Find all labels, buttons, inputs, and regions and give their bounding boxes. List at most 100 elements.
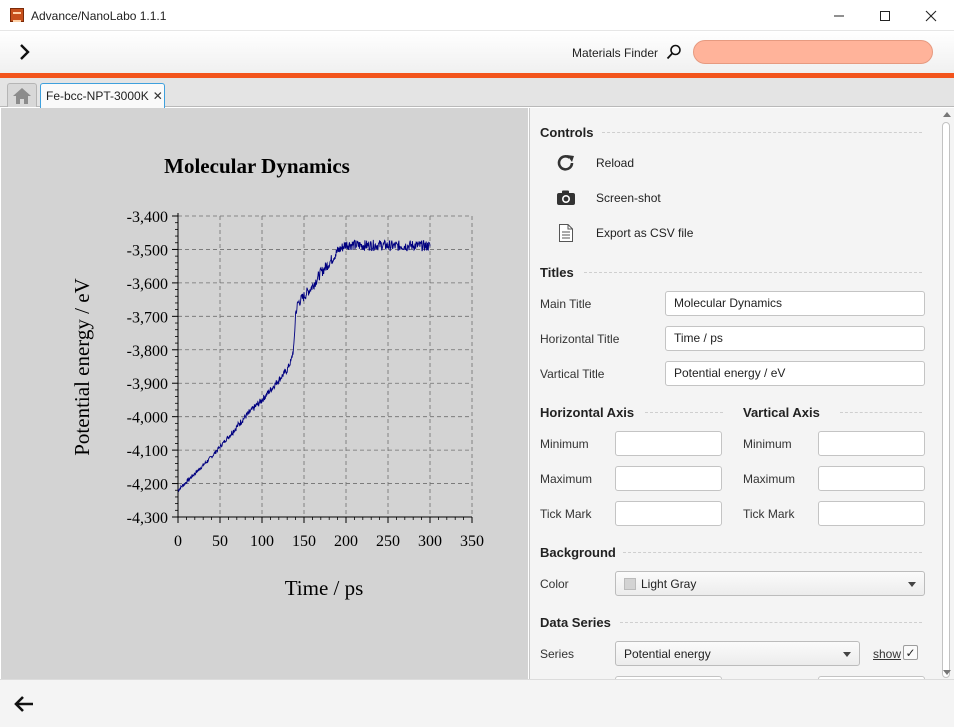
titles-heading: Titles (540, 265, 574, 280)
reload-label: Reload (596, 156, 635, 170)
checkmark-icon: ✓ (905, 645, 916, 660)
y-tick-label: -4,300 (127, 510, 168, 527)
bottom-bar (0, 679, 954, 727)
series-label: Series (540, 647, 575, 661)
y-tick-label: -4,200 (127, 477, 168, 494)
y-tick-label: -3,500 (127, 242, 168, 259)
tab-home[interactable] (7, 83, 37, 107)
reload-icon (555, 152, 577, 174)
main-title-input[interactable]: Molecular Dynamics (665, 291, 925, 316)
section-divider (602, 132, 922, 133)
camera-icon (555, 187, 577, 209)
x-tick-label: 100 (250, 533, 274, 550)
tab-fe-bcc-npt-3000k[interactable]: Fe-bcc-NPT-3000K ✕ (40, 83, 165, 108)
background-color-value: Light Gray (641, 576, 697, 591)
screenshot-label: Screen-shot (596, 191, 661, 205)
chevron-down-icon (908, 582, 916, 587)
chart-ticks: 0 50 100 150 200 250 300 350 -3,400 -3,500 -3,600 -… (127, 209, 484, 550)
y-tick-label: -3,900 (127, 376, 168, 393)
scroll-up-icon[interactable] (943, 112, 951, 117)
chevron-right-icon (20, 44, 30, 60)
properties-panel: Controls Reload Screen-shot Export as CS… (529, 108, 954, 679)
export-csv-button[interactable]: Export as CSV file (555, 220, 693, 246)
tab-bar: Fe-bcc-NPT-3000K ✕ (0, 78, 954, 108)
close-window-button[interactable] (908, 0, 954, 31)
chart-grid (177, 215, 473, 518)
maximize-icon (880, 10, 890, 21)
x-tick-label: 200 (334, 533, 358, 550)
arrow-left-icon (14, 696, 33, 712)
tab-close-icon[interactable]: ✕ (153, 89, 163, 103)
y-tick-label: -3,400 (127, 209, 168, 226)
y-axis-title: Potential energy / eV (70, 278, 94, 456)
x-axis-title: Time / ps (285, 576, 364, 600)
x-tick-label: 0 (174, 533, 182, 550)
expand-sidebar-button[interactable] (12, 40, 36, 64)
scroll-thumb[interactable] (942, 122, 950, 678)
h-tick-label: Tick Mark (540, 507, 592, 521)
tab-label: Fe-bcc-NPT-3000K (46, 89, 149, 103)
v-tick-input[interactable] (818, 501, 925, 526)
h-minimum-input[interactable] (615, 431, 722, 456)
materials-search-input[interactable] (693, 40, 933, 64)
h-maximum-input[interactable] (615, 466, 722, 491)
vertical-axis-heading: Vartical Axis (743, 405, 820, 420)
section-divider (620, 622, 922, 623)
v-minimum-label: Minimum (743, 437, 792, 451)
chevron-down-icon (843, 652, 851, 657)
horizontal-title-input[interactable]: Time / ps (665, 326, 925, 351)
x-tick-label: 350 (460, 533, 484, 550)
h-maximum-label: Maximum (540, 472, 593, 486)
x-tick-label: 50 (212, 533, 228, 550)
y-tick-label: -3,800 (127, 343, 168, 360)
v-tick-label: Tick Mark (743, 507, 795, 521)
v-maximum-label: Maximum (743, 472, 796, 486)
export-csv-label: Export as CSV file (596, 226, 694, 240)
series-select-value: Potential energy (624, 646, 711, 661)
vertical-title-label: Vartical Title (540, 367, 605, 381)
controls-heading: Controls (540, 125, 594, 140)
data-series-heading: Data Series (540, 615, 611, 630)
md-chart: Molecular Dynamics Time / ps Potential e… (70, 154, 484, 600)
color-label: Color (540, 577, 569, 591)
back-button[interactable] (12, 692, 36, 716)
panel-scrollbar[interactable] (939, 108, 954, 679)
h-tick-input[interactable] (615, 501, 722, 526)
show-series-label[interactable]: show (873, 647, 901, 661)
section-divider (623, 552, 922, 553)
minimize-icon (834, 15, 844, 16)
section-divider (584, 272, 922, 273)
series-select[interactable]: Potential energy (615, 641, 860, 666)
main-title-label: Main Title (540, 297, 592, 311)
color-swatch (624, 577, 636, 590)
scroll-down-icon[interactable] (943, 670, 951, 675)
section-divider (645, 412, 723, 413)
horizontal-axis-heading: Horizontal Axis (540, 405, 635, 420)
y-tick-label: -4,000 (127, 410, 168, 427)
x-tick-label: 150 (292, 533, 316, 550)
minimize-button[interactable] (816, 0, 862, 31)
vertical-title-input[interactable]: Potential energy / eV (665, 361, 925, 386)
app-logo-icon (10, 8, 24, 22)
h-minimum-label: Minimum (540, 437, 589, 451)
close-icon (925, 10, 937, 21)
y-tick-label: -3,600 (127, 276, 168, 293)
x-tick-label: 300 (418, 533, 442, 550)
reload-button[interactable]: Reload (555, 150, 634, 176)
screenshot-button[interactable]: Screen-shot (555, 185, 661, 211)
chart-pane: Molecular Dynamics Time / ps Potential e… (1, 108, 528, 679)
home-icon (13, 87, 31, 104)
materials-finder-label: Materials Finder (572, 46, 659, 60)
background-color-select[interactable]: Light Gray (615, 571, 925, 596)
window-title: Advance/NanoLabo 1.1.1 (31, 9, 167, 23)
title-bar: Advance/NanoLabo 1.1.1 (0, 0, 954, 31)
x-tick-label: 250 (376, 533, 400, 550)
horizontal-title-label: Horizontal Title (540, 332, 620, 346)
maximize-button[interactable] (862, 0, 908, 31)
v-minimum-input[interactable] (818, 431, 925, 456)
chart-title: Molecular Dynamics (164, 154, 350, 178)
v-maximum-input[interactable] (818, 466, 925, 491)
search-icon[interactable] (666, 44, 682, 60)
document-icon (555, 222, 577, 244)
show-series-checkbox[interactable]: ✓ (903, 645, 918, 660)
